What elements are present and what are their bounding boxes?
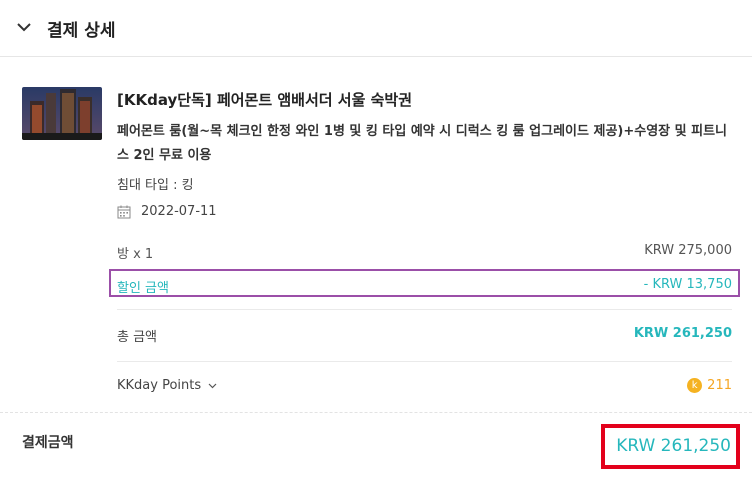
points-balance: k 211 xyxy=(687,378,732,393)
points-toggle[interactable]: KKday Points xyxy=(117,378,217,393)
bed-type: 침대 타입 : 킹 xyxy=(117,178,194,193)
booking-date: 2022-07-11 xyxy=(141,204,217,219)
discount-value: - KRW 13,750 xyxy=(643,277,732,292)
package-name: 페어몬트 룸(월~목 체크인 한정 와인 1병 및 킹 타입 예약 시 디럭스 … xyxy=(117,124,728,163)
payment-value: KRW 261,250 xyxy=(616,436,731,456)
dashed-divider xyxy=(0,412,752,413)
payment-detail-header[interactable]: 결제 상세 xyxy=(0,0,752,56)
total-label: 총 금액 xyxy=(117,330,158,345)
calendar-icon xyxy=(117,205,131,219)
divider xyxy=(117,361,732,362)
room-price: KRW 275,000 xyxy=(644,243,732,258)
discount-label: 할인 금액 xyxy=(117,281,169,296)
hotel-thumbnail xyxy=(22,87,102,140)
room-label: 방 x 1 xyxy=(117,247,154,262)
divider xyxy=(0,56,752,57)
section-title: 결제 상세 xyxy=(47,21,116,41)
chevron-down-icon[interactable] xyxy=(208,381,217,390)
points-coin-icon: k xyxy=(687,378,703,393)
total-value: KRW 261,250 xyxy=(633,326,732,341)
divider xyxy=(117,309,732,310)
product-title[interactable]: [KKday단독] 페어몬트 앰배서더 서울 숙박권 xyxy=(117,89,412,110)
points-label: KKday Points xyxy=(117,378,202,393)
chevron-down-icon[interactable] xyxy=(16,19,32,35)
points-value: 211 xyxy=(707,378,732,393)
payment-label: 결제금액 xyxy=(22,435,74,451)
